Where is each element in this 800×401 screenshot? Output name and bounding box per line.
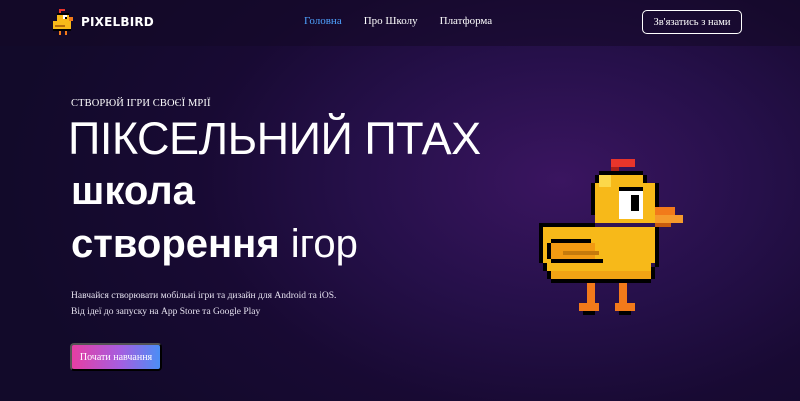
logo-chick-icon — [53, 9, 75, 35]
hero-title-line1: ПІКСЕЛЬНИЙ ПТАХ — [68, 113, 481, 164]
hero-title-rest: ігор — [279, 222, 358, 266]
nav-item-platform[interactable]: Платформа — [440, 15, 493, 27]
hero-title-bold: створення — [71, 222, 280, 266]
start-learning-button[interactable]: Почати навчання — [70, 343, 162, 371]
main-nav: Головна Про Школу Платформа — [304, 15, 514, 27]
hero-title-line3: створення ігор — [71, 220, 358, 268]
hero-description-line1: Навчайся створювати мобільні ігри та диз… — [71, 291, 337, 301]
contact-button[interactable]: Зв'язатись з нами — [642, 10, 742, 34]
hero-eyebrow: СТВОРЮЙ ІГРИ СВОЄЇ МРІЇ — [71, 98, 211, 109]
site-header: PIXELBIRD Головна Про Школу Платформа Зв… — [0, 0, 800, 46]
logo[interactable]: PIXELBIRD — [53, 9, 154, 35]
logo-text: PIXELBIRD — [81, 15, 154, 29]
hero-title-line2: школа — [71, 169, 195, 213]
nav-item-home[interactable]: Головна — [304, 15, 342, 27]
nav-item-about[interactable]: Про Школу — [364, 15, 418, 27]
hero-description-line2: Від ідеї до запуску на App Store та Goog… — [71, 307, 261, 317]
pixel-chick-illustration — [539, 155, 695, 315]
